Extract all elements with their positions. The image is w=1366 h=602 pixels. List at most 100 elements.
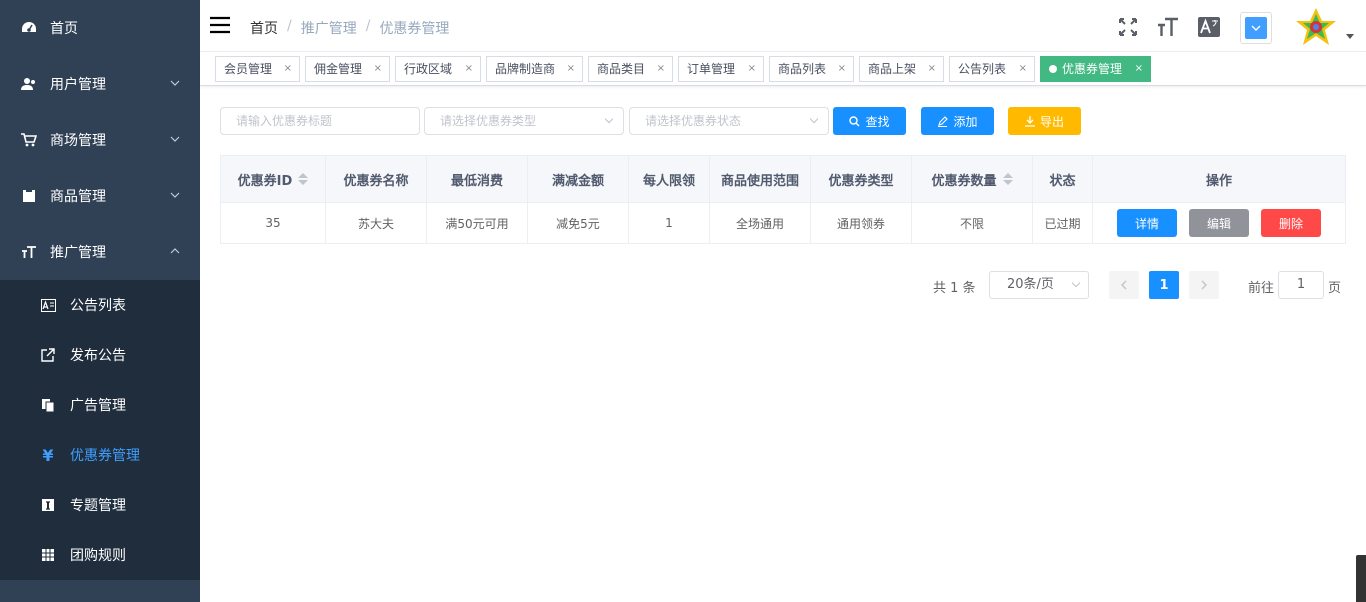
sidebar-item-notice-list[interactable]: 公告列表 [0, 280, 200, 330]
language-dropdown[interactable] [1240, 12, 1272, 44]
next-page-button[interactable] [1189, 271, 1219, 299]
placeholder: 请输入优惠券标题 [236, 114, 333, 128]
close-icon[interactable]: × [928, 57, 936, 81]
sort-icon[interactable] [1002, 173, 1013, 185]
delete-button[interactable]: 删除 [1261, 209, 1321, 237]
tag-commission[interactable]: 佣金管理 × [305, 56, 390, 82]
sidebar-item-label: 广告管理 [70, 398, 126, 414]
close-icon[interactable]: × [374, 57, 382, 81]
header-label: 优惠券名称 [343, 173, 409, 189]
tag-label: 行政区域 [404, 62, 453, 76]
avatar[interactable] [1295, 6, 1337, 48]
chevron-down-icon [170, 192, 180, 198]
goto-page-input[interactable]: 1 [1278, 271, 1324, 299]
close-icon[interactable]: × [465, 57, 473, 81]
header-label: 每人限领 [642, 173, 695, 189]
close-icon[interactable]: × [1135, 57, 1143, 81]
tag-label: 公告列表 [958, 62, 1007, 76]
sidebar-item-publish-notice[interactable]: 发布公告 [0, 330, 200, 380]
tag-region[interactable]: 行政区域 × [395, 56, 481, 82]
grid-icon [40, 547, 56, 563]
sidebar-item-label: 商品管理 [50, 189, 106, 205]
export-button[interactable]: 导出 [1008, 107, 1081, 135]
tag-notice-list[interactable]: 公告列表 × [949, 56, 1035, 82]
caret-down-icon[interactable] [1346, 34, 1354, 39]
breadcrumb-separator: / [287, 18, 292, 34]
sidebar: 首页 用户管理 商场管理 商品管理 推广管理 公告列表 发布公告 广告管理 ¥ … [0, 0, 200, 602]
header-label: 优惠券ID [237, 173, 293, 189]
text-size-icon[interactable] [1157, 16, 1179, 38]
edit-button[interactable]: 编辑 [1189, 209, 1249, 237]
coupon-status-select[interactable]: 请选择优惠券状态 [629, 107, 829, 135]
header-label: 优惠券数量 [931, 173, 997, 189]
chevron-down-icon [170, 136, 180, 142]
sidebar-item-mall[interactable]: 商场管理 [0, 112, 200, 168]
close-icon[interactable]: × [567, 57, 575, 81]
search-button[interactable]: 查找 [833, 107, 906, 135]
prev-page-button[interactable] [1109, 271, 1139, 299]
column-header-id[interactable]: 优惠券ID [221, 156, 326, 202]
sidebar-item-coupon[interactable]: ¥ 优惠券管理 [0, 430, 200, 480]
sidebar-item-topic[interactable]: 专题管理 [0, 480, 200, 530]
coupon-type-select[interactable]: 请选择优惠券类型 [424, 107, 624, 135]
sidebar-item-promotion[interactable]: 推广管理 [0, 224, 200, 280]
copy-icon [40, 397, 56, 413]
close-icon[interactable]: × [838, 57, 846, 81]
tag-order[interactable]: 订单管理 × [678, 56, 764, 82]
page-size-select[interactable]: 20条/页 [989, 271, 1089, 299]
sidebar-item-users[interactable]: 用户管理 [0, 56, 200, 112]
tag-label: 商品上架 [868, 62, 917, 76]
chevron-down-icon [1245, 17, 1267, 39]
notice-icon [40, 297, 56, 313]
sidebar-item-ad[interactable]: 广告管理 [0, 380, 200, 430]
column-header-limit: 每人限领 [629, 156, 710, 202]
scrollbar-thumb[interactable] [1356, 555, 1366, 602]
column-header-discount: 满减金额 [528, 156, 629, 202]
tag-goods-create[interactable]: 商品上架 × [859, 56, 944, 82]
tag-member[interactable]: 会员管理 × [215, 56, 300, 82]
cell-discount: 减免5元 [528, 203, 629, 243]
close-icon[interactable]: × [1019, 57, 1027, 81]
active-dot-icon [1049, 65, 1057, 73]
sidebar-item-groupon-rules[interactable]: 团购规则 [0, 530, 200, 580]
page-size-value: 20条/页 [1007, 277, 1054, 292]
tag-brand[interactable]: 品牌制造商 × [486, 56, 583, 82]
tag-category[interactable]: 商品类目 × [588, 56, 673, 82]
translate-icon[interactable] [1198, 16, 1220, 38]
text-size-icon [20, 243, 38, 261]
tag-label: 商品类目 [597, 62, 646, 76]
main-content: 首页 / 推广管理 / 优惠券管理 会员管理 × 佣金管理 × 行政区域 × 品… [200, 0, 1366, 602]
search-icon [849, 115, 860, 127]
sidebar-item-label: 专题管理 [70, 498, 126, 514]
tag-goods-list[interactable]: 商品列表 × [769, 56, 854, 82]
close-icon[interactable]: × [657, 57, 665, 81]
sidebar-item-label: 商场管理 [50, 133, 106, 149]
header-label: 状态 [1049, 173, 1076, 189]
hamburger-icon[interactable] [210, 16, 230, 34]
detail-button[interactable]: 详情 [1117, 209, 1177, 237]
close-icon[interactable]: × [284, 57, 292, 81]
sort-icon[interactable] [298, 173, 309, 185]
tag-label: 优惠券管理 [1062, 62, 1123, 76]
sidebar-item-goods[interactable]: 商品管理 [0, 168, 200, 224]
coupon-title-input[interactable]: 请输入优惠券标题 [220, 107, 420, 135]
breadcrumb-home[interactable]: 首页 [250, 18, 278, 38]
chevron-down-icon [170, 80, 180, 86]
tag-coupon[interactable]: 优惠券管理 × [1040, 56, 1151, 82]
sidebar-item-home[interactable]: 首页 [0, 0, 200, 56]
sidebar-item-label: 首页 [50, 21, 78, 37]
button-label: 添加 [953, 114, 978, 129]
column-header-count[interactable]: 优惠券数量 [912, 156, 1033, 202]
yen-icon: ¥ [42, 445, 54, 465]
column-header-status: 状态 [1033, 156, 1093, 202]
chevron-down-icon [605, 118, 613, 124]
cell-limit: 1 [629, 203, 710, 243]
add-button[interactable]: 添加 [921, 107, 994, 135]
dashboard-icon [20, 19, 38, 37]
page-number-button[interactable]: 1 [1149, 271, 1179, 299]
header-label: 操作 [1205, 173, 1232, 189]
close-icon[interactable]: × [748, 57, 756, 81]
column-header-scope: 商品使用范围 [710, 156, 811, 202]
promotion-submenu: 公告列表 发布公告 广告管理 ¥ 优惠券管理 专题管理 团购规则 [0, 280, 200, 580]
fullscreen-icon[interactable] [1117, 16, 1139, 38]
